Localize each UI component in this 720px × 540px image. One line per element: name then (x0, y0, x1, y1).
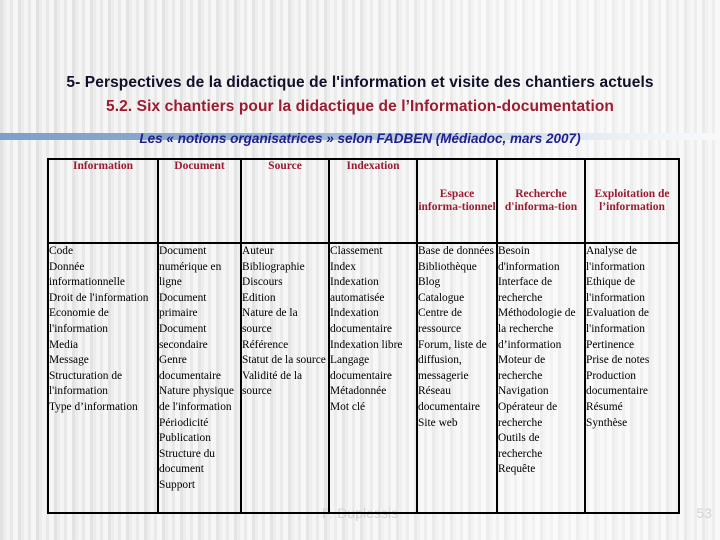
column-header-document: Document (157, 158, 242, 244)
column-header-recherche-information: Recherche d'informa-tion (496, 158, 586, 244)
notion-term: Media (49, 338, 79, 351)
notion-term: Blog (418, 276, 441, 289)
notion-term: Requête (498, 463, 536, 476)
column-header-label: Exploitation de l’information (594, 187, 670, 214)
notion-term: Résumé (586, 400, 623, 413)
notion-term: Synthèse (586, 416, 628, 429)
notion-term: Base de données (418, 245, 494, 257)
notion-term: Classement (330, 245, 383, 257)
notion-term: Moteur de recherche (498, 354, 546, 382)
notion-term: Métadonnée (330, 385, 387, 398)
notion-term: Structuration de l'information (49, 369, 123, 398)
column-header-label: Document (174, 160, 225, 172)
notion-term: Donnée informationnelle (49, 260, 125, 289)
notion-term: Nature de la source (242, 307, 298, 335)
cell-exploitation-information: Analyse de l'information Ethique de l'inf… (584, 242, 680, 514)
notion-term: Forum, liste de diffusion, messagerie (418, 338, 487, 382)
column-header-label: Indexation (346, 160, 400, 172)
column-header-label: Recherche d'informa-tion (504, 187, 578, 214)
notion-term: Publication (159, 432, 211, 445)
notion-term: Code (49, 245, 74, 257)
table-header-row: Information Document Source Indexation E… (47, 158, 680, 244)
notion-term: Structure du document (159, 447, 215, 476)
notion-term: Indexation documentaire (330, 307, 392, 335)
column-header-label: Source (268, 160, 302, 172)
notion-term: Périodicité (159, 416, 209, 429)
notion-term: Indexation libre (330, 338, 403, 351)
notion-term: Message (49, 354, 89, 367)
column-header-source: Source (240, 158, 330, 244)
column-header-indexation: Indexation (328, 158, 418, 244)
notion-term: Réseau documentaire (418, 385, 480, 413)
column-header-label: Information (72, 160, 134, 172)
notion-term: Langage documentaire (330, 354, 392, 382)
notion-term: Pertinence (586, 338, 635, 351)
notion-term: Economie de l'information (49, 307, 109, 335)
footer-page-number: 53 (696, 505, 712, 521)
notion-term: Production documentaire (586, 369, 648, 398)
notion-term: Evaluation de l'information (586, 307, 649, 335)
notion-term: Analyse de l'information (586, 245, 645, 273)
notion-term: Bibliothèque (418, 260, 477, 273)
notion-term: Statut de la source (242, 354, 326, 367)
column-header-label: Espace informa-tionnel (418, 187, 496, 214)
notion-term: Interface de recherche (498, 276, 553, 304)
column-header-espace-informationnel: Espace informa-tionnel (416, 158, 498, 244)
page-title-secondary: 5.2. Six chantiers pour la didactique de… (105, 98, 615, 115)
cell-espace-informationnel: Base de données Bibliothèque Blog Catalogue… (416, 242, 498, 514)
notion-term: Document secondaire (159, 322, 208, 351)
slide-canvas: 5- Perspectives de la didactique de l'in… (0, 0, 720, 540)
notion-term: Mot clé (330, 400, 366, 413)
cell-indexation: Classement Index Indexation automatisée Ind… (328, 242, 418, 514)
page-title-primary: 5- Perspectives de la didactique de l'in… (66, 74, 654, 91)
column-header-information: Information (47, 158, 159, 244)
notion-term: Ethique de l'information (586, 276, 645, 304)
notion-term: Catalogue (418, 291, 465, 304)
notion-term: Navigation (498, 385, 549, 398)
notion-term: Opérateur de recherche (498, 400, 558, 429)
cell-recherche-information: Besoin d'information Interface de recherc… (496, 242, 586, 514)
notion-term: Bibliographie (242, 260, 305, 273)
notion-term: Genre documentaire (159, 354, 221, 382)
notion-term: Besoin d'information (498, 245, 560, 273)
notion-term: Nature physique de l'information (159, 385, 234, 413)
cell-information: Code Donnée informationnelle Droit de l'in… (47, 242, 159, 514)
table-row: Code Donnée informationnelle Droit de l'in… (47, 242, 680, 514)
notion-term: Site web (418, 416, 458, 429)
cell-source: Auteur Bibliographie Discours Edition Nature… (240, 242, 330, 514)
notion-term: Support (159, 478, 196, 491)
notion-term: Type d’information (49, 400, 138, 413)
notion-term: Document numérique en ligne (159, 245, 222, 289)
slide-subtitle: Les « notions organisatrices » selon FAD… (139, 131, 581, 146)
notion-term: Index (330, 260, 356, 273)
notion-term: Prise de notes (586, 354, 650, 367)
column-header-exploitation-information: Exploitation de l’information (584, 158, 680, 244)
notion-term: Edition (242, 291, 276, 304)
notion-term: Méthodologie de la recherche d’informati… (498, 307, 576, 351)
notion-term: Auteur (242, 245, 274, 257)
cell-document: Document numérique en ligne Document prim… (157, 242, 242, 514)
notion-term: Document primaire (159, 291, 207, 320)
notion-term: Indexation automatisée (330, 276, 385, 304)
table-header-row-group: Information Document Source Indexation E… (47, 158, 680, 244)
table-body: Code Donnée informationnelle Droit de l'in… (47, 242, 680, 514)
notion-term: Validité de la source (242, 369, 303, 398)
notion-term: Référence (242, 338, 289, 351)
slide-title-block: 5- Perspectives de la didactique de l'in… (0, 72, 720, 118)
notion-term: Droit de l'information (49, 291, 149, 304)
notion-term: Discours (242, 276, 283, 289)
notion-term: Centre de ressource (418, 307, 462, 335)
notions-table-container: Information Document Source Indexation E… (47, 158, 680, 514)
notions-organisatrices-table: Information Document Source Indexation E… (47, 158, 680, 514)
notion-term: Outils de recherche (498, 432, 543, 460)
